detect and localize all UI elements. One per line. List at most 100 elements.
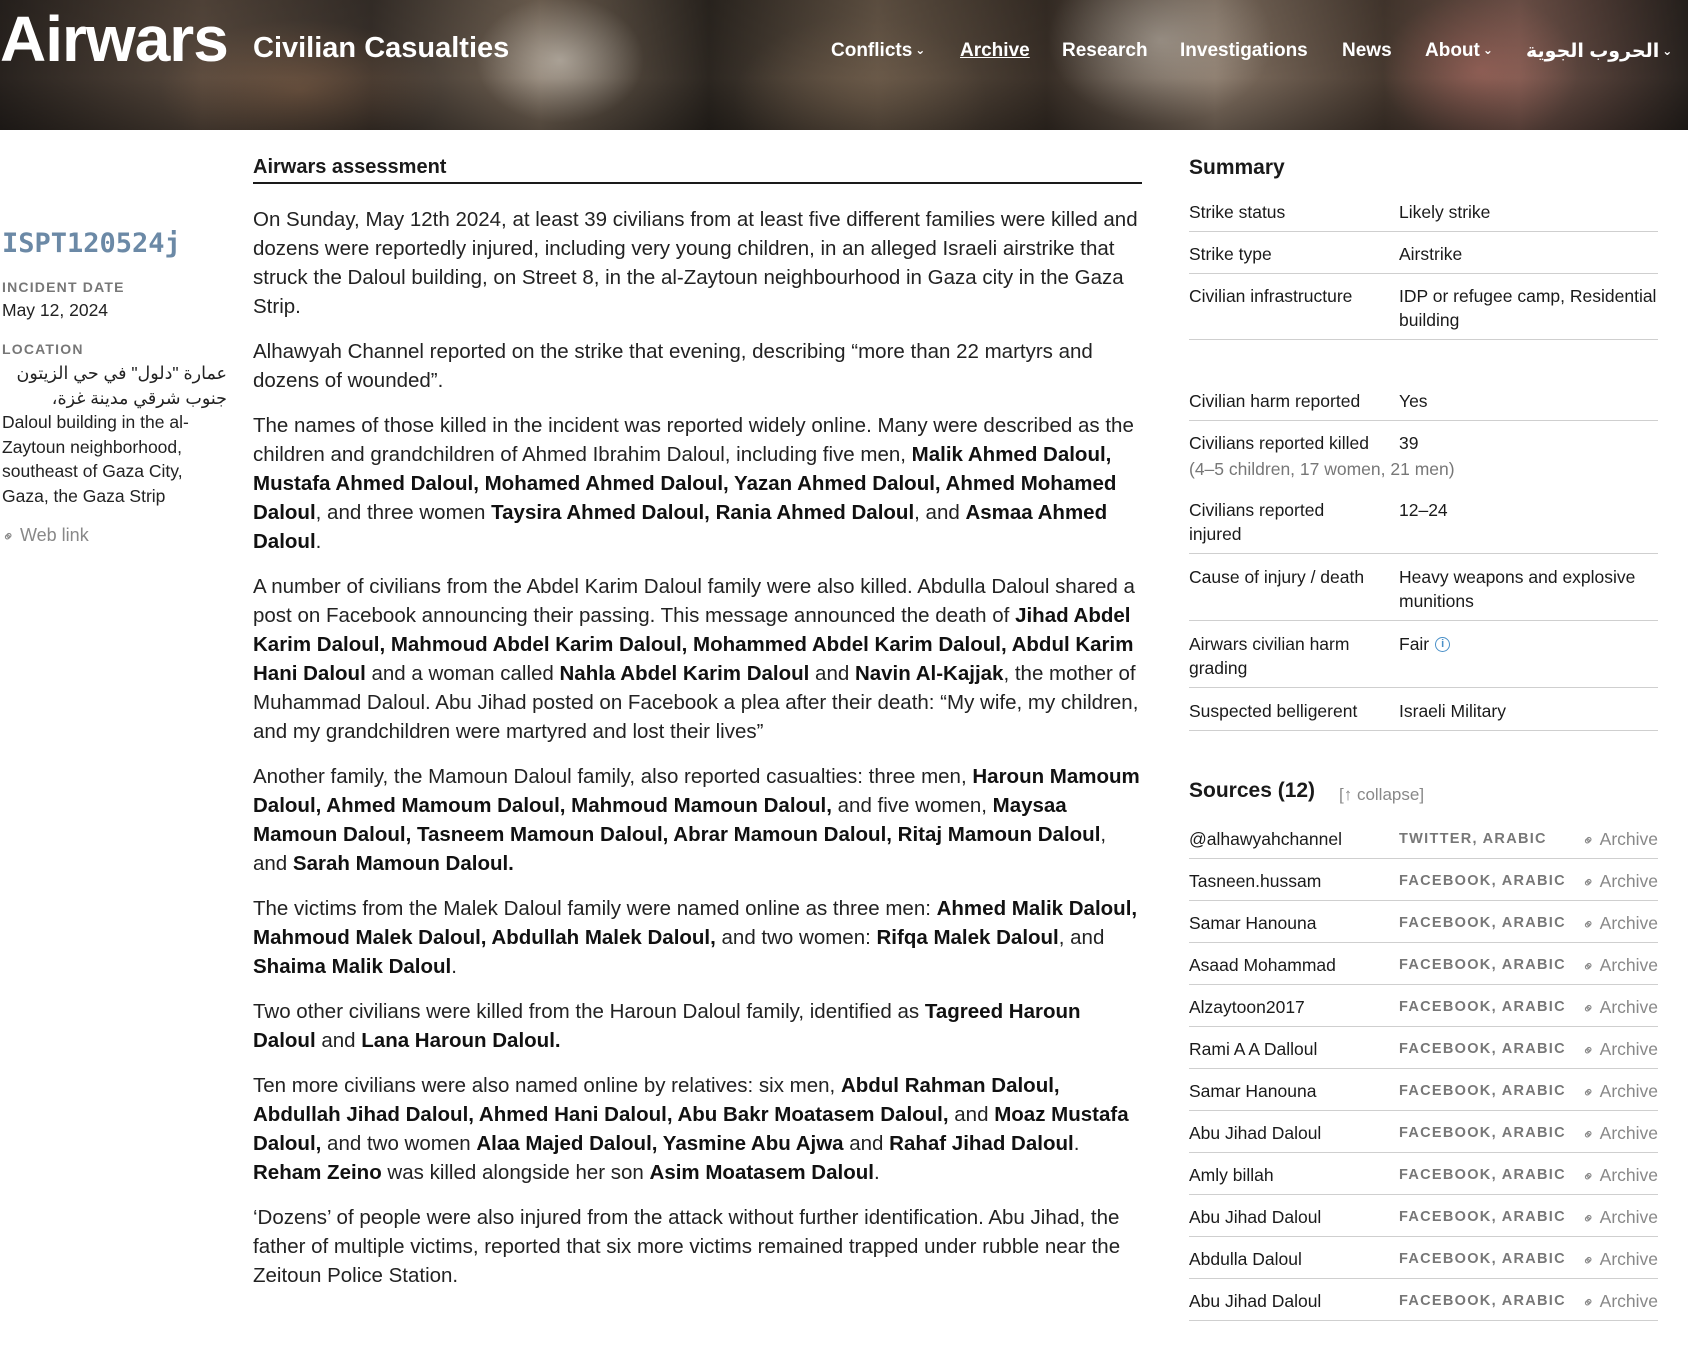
location-label: LOCATION bbox=[2, 341, 84, 357]
summary-value: Fair i bbox=[1399, 632, 1658, 656]
source-row: Abu Jihad Daloul FACEBOOK, ARABIC ⚭Archive bbox=[1189, 1195, 1658, 1237]
assessment-paragraph: On Sunday, May 12th 2024, at least 39 ci… bbox=[253, 205, 1142, 321]
source-tag: FACEBOOK, ARABIC bbox=[1399, 915, 1566, 931]
summary-row: Airwars civilian harm grading Fair i bbox=[1189, 630, 1658, 688]
source-name[interactable]: Abu Jihad Daloul bbox=[1189, 1207, 1321, 1228]
paragraph-text: . bbox=[451, 955, 457, 978]
summary-row: Civilians reported killed 39 (4–5 childr… bbox=[1189, 429, 1658, 488]
archive-link[interactable]: ⚭Archive bbox=[1578, 1249, 1658, 1271]
archive-link[interactable]: ⚭Archive bbox=[1578, 997, 1658, 1019]
source-name[interactable]: Samar Hanouna bbox=[1189, 1081, 1316, 1102]
incident-date: May 12, 2024 bbox=[2, 300, 109, 320]
archive-link[interactable]: ⚭Archive bbox=[1578, 1039, 1658, 1061]
source-tag: FACEBOOK, ARABIC bbox=[1399, 1083, 1566, 1099]
archive-label: Archive bbox=[1599, 1291, 1658, 1311]
killed-breakdown: (4–5 children, 17 women, 21 men) bbox=[1189, 459, 1455, 479]
source-tag: FACEBOOK, ARABIC bbox=[1399, 999, 1566, 1015]
source-row: Abdulla Daloul FACEBOOK, ARABIC ⚭Archive bbox=[1189, 1237, 1658, 1279]
source-name[interactable]: Rami A A Dalloul bbox=[1189, 1039, 1317, 1060]
location-line: Daloul building in the al- bbox=[2, 412, 189, 432]
archive-label: Archive bbox=[1599, 1249, 1658, 1269]
source-row: Alzaytoon2017 FACEBOOK, ARABIC ⚭Archive bbox=[1189, 985, 1658, 1027]
nav-about[interactable]: About ⌄ bbox=[1425, 40, 1493, 62]
nav-label: Research bbox=[1062, 40, 1148, 61]
summary-label: Civilian harm reported bbox=[1189, 391, 1361, 411]
source-name[interactable]: Tasneen.hussam bbox=[1189, 871, 1321, 892]
summary-label: Cause of injury / death bbox=[1189, 567, 1365, 587]
source-name[interactable]: Abu Jihad Daloul bbox=[1189, 1291, 1321, 1312]
summary-label: Strike status bbox=[1189, 202, 1286, 222]
archive-link[interactable]: ⚭Archive bbox=[1578, 871, 1658, 893]
summary-value: Yes bbox=[1399, 391, 1428, 411]
source-name[interactable]: Asaad Mohammad bbox=[1189, 955, 1336, 976]
nav-research[interactable]: Research bbox=[1062, 40, 1148, 62]
link-icon: ⚭ bbox=[0, 526, 20, 548]
link-icon: ⚭ bbox=[1578, 1040, 1599, 1062]
link-icon: ⚭ bbox=[1578, 1208, 1599, 1230]
summary-title: Summary bbox=[1189, 156, 1285, 179]
link-icon: ⚭ bbox=[1578, 1166, 1599, 1188]
archive-link[interactable]: ⚭Archive bbox=[1578, 955, 1658, 977]
nav-archive[interactable]: Archive bbox=[960, 40, 1030, 62]
info-icon[interactable]: i bbox=[1435, 637, 1451, 652]
location-line: جنوب شرقي مدينة غزة، bbox=[51, 387, 227, 408]
collapse-button[interactable]: [↑ collapse] bbox=[1339, 785, 1424, 805]
source-row: Samar Hanouna FACEBOOK, ARABIC ⚭Archive bbox=[1189, 1069, 1658, 1111]
nav-arabic[interactable]: الحروب الجوية ⌄ bbox=[1526, 40, 1672, 63]
nav-conflicts[interactable]: Conflicts ⌄ bbox=[831, 40, 925, 62]
nav-investigations[interactable]: Investigations bbox=[1180, 40, 1308, 62]
source-tag: FACEBOOK, ARABIC bbox=[1399, 1209, 1566, 1225]
site-header: Airwars Civilian Casualties Conflicts ⌄ A… bbox=[0, 0, 1688, 130]
summary-row: Civilian infrastructure IDP or refugee c… bbox=[1189, 282, 1658, 340]
summary-value: 39 bbox=[1399, 433, 1419, 453]
chevron-down-icon: ⌄ bbox=[1662, 44, 1673, 58]
location-text: عمارة "دلول" في حي الزيتون جنوب شرقي مدي… bbox=[2, 361, 227, 508]
source-tag: FACEBOOK, ARABIC bbox=[1399, 1293, 1566, 1309]
assessment-paragraph: Alhawyah Channel reported on the strike … bbox=[253, 337, 1142, 395]
location-line: Zaytoun neighborhood, bbox=[2, 436, 182, 457]
paragraph-text: A number of civilians from the Abdel Kar… bbox=[253, 575, 1135, 627]
location-line: Gaza, the Gaza Strip bbox=[2, 485, 166, 506]
archive-link[interactable]: ⚭Archive bbox=[1578, 829, 1658, 851]
archive-link[interactable]: ⚭Archive bbox=[1578, 1081, 1658, 1103]
summary-value: 12–24 bbox=[1399, 500, 1448, 520]
archive-link[interactable]: ⚭Archive bbox=[1578, 1207, 1658, 1229]
source-name[interactable]: @alhawyahchannel bbox=[1189, 829, 1342, 850]
source-name[interactable]: Amly billah bbox=[1189, 1165, 1274, 1186]
archive-link[interactable]: ⚭Archive bbox=[1578, 1291, 1658, 1313]
archive-label: Archive bbox=[1599, 1081, 1658, 1101]
victim-names: Asim Moatasem Daloul bbox=[649, 1161, 874, 1184]
archive-label: Archive bbox=[1599, 997, 1658, 1017]
paragraph-text: Alhawyah Channel reported on the strike … bbox=[253, 340, 1093, 392]
paragraph-text: and a woman called bbox=[365, 662, 560, 685]
summary-label: Airwars civilian harm grading bbox=[1189, 634, 1350, 678]
archive-label: Archive bbox=[1599, 1123, 1658, 1143]
source-name[interactable]: Samar Hanouna bbox=[1189, 913, 1316, 934]
web-link[interactable]: ⚭Web link bbox=[0, 525, 89, 548]
victim-names: Taysira Ahmed Daloul, Rania Ahmed Daloul bbox=[491, 501, 915, 524]
paragraph-text: Two other civilians were killed from the… bbox=[253, 1000, 925, 1023]
link-icon: ⚭ bbox=[1578, 1082, 1599, 1104]
summary-label: Strike type bbox=[1189, 244, 1272, 264]
source-tag: FACEBOOK, ARABIC bbox=[1399, 1125, 1566, 1141]
archive-link[interactable]: ⚭Archive bbox=[1578, 1123, 1658, 1145]
archive-link[interactable]: ⚭Archive bbox=[1578, 913, 1658, 935]
paragraph-text: , and bbox=[914, 501, 966, 524]
assessment-paragraph: Ten more civilians were also named onlin… bbox=[253, 1071, 1142, 1187]
source-name[interactable]: Abdulla Daloul bbox=[1189, 1249, 1302, 1270]
source-tag: TWITTER, ARABIC bbox=[1399, 831, 1547, 847]
nav-news[interactable]: News bbox=[1342, 40, 1392, 62]
summary-value: Airstrike bbox=[1399, 244, 1463, 264]
paragraph-text: and bbox=[843, 1132, 890, 1155]
archive-link[interactable]: ⚭Archive bbox=[1578, 1165, 1658, 1187]
paragraph-text: and bbox=[809, 662, 855, 685]
paragraph-text: Ten more civilians were also named onlin… bbox=[253, 1074, 841, 1097]
paragraph-text: was killed alongside her son bbox=[381, 1161, 650, 1184]
link-icon: ⚭ bbox=[1578, 830, 1599, 852]
paragraph-text: and five women, bbox=[831, 794, 993, 817]
source-name[interactable]: Alzaytoon2017 bbox=[1189, 997, 1305, 1018]
archive-label: Archive bbox=[1599, 871, 1658, 891]
source-name[interactable]: Abu Jihad Daloul bbox=[1189, 1123, 1321, 1144]
assessment-paragraph: Two other civilians were killed from the… bbox=[253, 997, 1142, 1055]
source-row: Abu Jihad Daloul FACEBOOK, ARABIC ⚭Archive bbox=[1189, 1279, 1658, 1321]
